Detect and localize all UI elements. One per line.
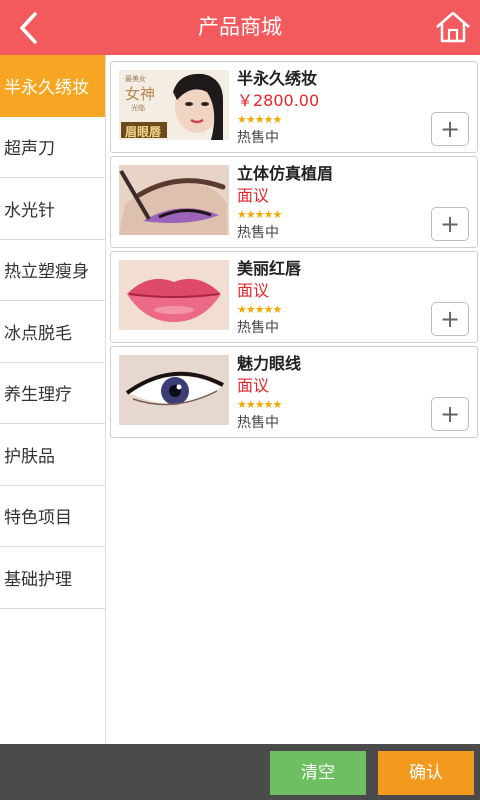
star-icon: ★: [263, 398, 274, 411]
rating-stars: ★★★★★: [237, 303, 283, 316]
star-icon: ★: [245, 303, 256, 316]
rating-stars: ★★★★★: [237, 208, 283, 221]
home-icon: [436, 11, 470, 43]
sidebar-item-featured[interactable]: 特色项目: [0, 486, 105, 547]
star-icon: ★: [237, 208, 247, 221]
star-icon: ★: [263, 113, 274, 126]
product-card[interactable]: 魅力眼线 面议 ★★★★★ 热售中 +: [110, 346, 478, 438]
star-icon: ★: [245, 208, 256, 221]
rating-stars: ★★★★★: [237, 398, 283, 411]
star-icon: ★: [254, 398, 265, 411]
add-to-cart-button[interactable]: +: [431, 397, 469, 431]
star-icon: ★: [254, 113, 265, 126]
clear-button[interactable]: 清空: [270, 751, 366, 795]
star-icon: ★: [245, 113, 256, 126]
confirm-button[interactable]: 确认: [378, 751, 474, 795]
product-thumbnail: [119, 355, 229, 425]
product-card[interactable]: 最美女 女神 光临 眉眼唇 半永久绣妆 ￥2800.00 ★★★★★ 热售中 +: [110, 61, 478, 153]
product-name: 美丽红唇: [237, 259, 302, 278]
sidebar-item-skincare[interactable]: 护肤品: [0, 424, 105, 486]
product-status: 热售中: [237, 320, 279, 336]
thumb-tag-sub: 光临: [131, 104, 145, 112]
add-to-cart-button[interactable]: +: [431, 302, 469, 336]
category-sidebar: 半永久绣妆 超声刀 水光针 热立塑瘦身 冰点脱毛 养生理疗 护肤品 特色项目 基…: [0, 55, 106, 744]
star-icon: ★: [272, 113, 283, 126]
product-status: 热售中: [237, 130, 279, 146]
add-to-cart-button[interactable]: +: [431, 112, 469, 146]
product-thumbnail: 最美女 女神 光临 眉眼唇: [119, 70, 229, 140]
home-button[interactable]: [434, 9, 472, 45]
add-to-cart-button[interactable]: +: [431, 207, 469, 241]
star-icon: ★: [272, 208, 283, 221]
product-price: 面议: [237, 281, 270, 300]
sidebar-item-semi-permanent-makeup[interactable]: 半永久绣妆: [0, 55, 105, 117]
bottom-action-bar: 清空 确认: [0, 744, 480, 800]
product-price: ￥2800.00: [237, 91, 320, 110]
sidebar-item-hydro-needle[interactable]: 水光针: [0, 178, 105, 240]
app-header: 产品商城: [0, 0, 480, 55]
product-thumbnail: [119, 260, 229, 330]
product-status: 热售中: [237, 225, 279, 241]
star-icon: ★: [237, 303, 247, 316]
sidebar-item-body-slimming[interactable]: 热立塑瘦身: [0, 240, 105, 301]
page-title: 产品商城: [198, 15, 282, 39]
product-thumbnail: [119, 165, 229, 235]
product-name: 立体仿真植眉: [237, 164, 334, 183]
star-icon: ★: [237, 113, 247, 126]
star-icon: ★: [263, 208, 274, 221]
product-name: 半永久绣妆: [237, 69, 318, 88]
product-price: 面议: [237, 376, 270, 395]
product-price: 面议: [237, 186, 270, 205]
sidebar-item-basic-care[interactable]: 基础护理: [0, 547, 105, 609]
product-status: 热售中: [237, 415, 279, 431]
star-icon: ★: [272, 398, 283, 411]
thumb-tag-main: 女神: [125, 85, 156, 103]
rating-stars: ★★★★★: [237, 113, 283, 126]
sidebar-item-wellness-therapy[interactable]: 养生理疗: [0, 363, 105, 424]
star-icon: ★: [245, 398, 256, 411]
star-icon: ★: [263, 303, 274, 316]
star-icon: ★: [237, 398, 247, 411]
star-icon: ★: [254, 303, 265, 316]
sidebar-item-hair-removal[interactable]: 冰点脱毛: [0, 301, 105, 363]
product-card[interactable]: 立体仿真植眉 面议 ★★★★★ 热售中 +: [110, 156, 478, 248]
star-icon: ★: [254, 208, 265, 221]
product-card[interactable]: 美丽红唇 面议 ★★★★★ 热售中 +: [110, 251, 478, 343]
thumb-banner: 眉眼唇: [125, 125, 162, 139]
sidebar-item-ultrasound-knife[interactable]: 超声刀: [0, 117, 105, 178]
star-icon: ★: [272, 303, 283, 316]
product-name: 魅力眼线: [237, 354, 302, 373]
